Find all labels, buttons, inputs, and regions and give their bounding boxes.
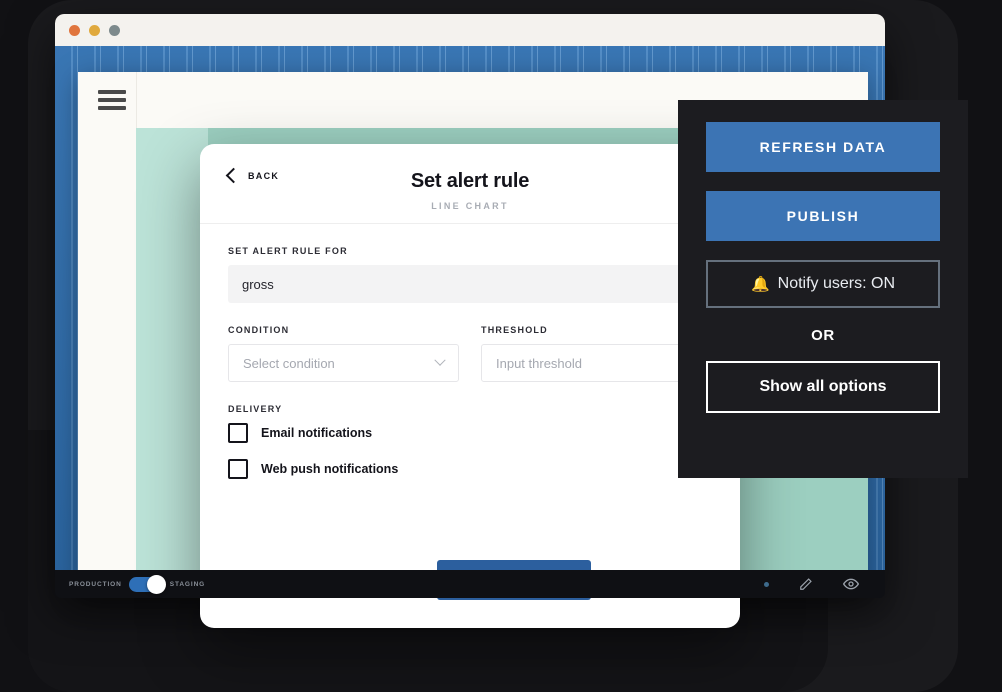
delivery-option-webpush[interactable]: Web push notifications: [228, 459, 712, 479]
edit-pencil-icon[interactable]: [799, 577, 813, 591]
env-production-label: PRODUCTION: [69, 580, 122, 588]
threshold-placeholder: Input threshold: [496, 355, 583, 371]
publish-button[interactable]: PUBLISH: [706, 191, 940, 241]
modal-body: SET ALERT RULE FOR gross CONDITION Selec…: [200, 224, 740, 479]
chevron-down-icon: [434, 354, 446, 366]
condition-placeholder: Select condition: [243, 355, 335, 371]
delivery-option-email[interactable]: Email notifications: [228, 423, 712, 443]
notify-users-toggle-button[interactable]: 🔔 Notify users: ON: [706, 260, 940, 308]
alert-rule-for-value: gross: [242, 276, 274, 292]
status-bar-actions: [764, 576, 871, 592]
app-sidebar: [78, 128, 136, 592]
env-staging-label: STAGING: [169, 580, 206, 588]
minimize-window-button[interactable]: [89, 24, 100, 36]
modal-subtitle: LINE CHART: [431, 201, 509, 211]
modal-header: BACK Set alert rule LINE CHART: [200, 144, 740, 224]
env-switch-knob[interactable]: [146, 574, 166, 594]
web-push-notifications-label: Web push notifications: [261, 462, 399, 476]
bell-icon: 🔔: [750, 276, 770, 293]
email-notifications-checkbox[interactable]: [228, 423, 248, 443]
topbar-divider: [136, 72, 137, 128]
options-panel: REFRESH DATA PUBLISH 🔔 Notify users: ON …: [678, 100, 968, 478]
or-separator-label: OR: [811, 327, 835, 344]
status-bar: PRODUCTION STAGING: [55, 570, 885, 598]
status-dot-icon: [764, 581, 769, 587]
environment-toggle[interactable]: PRODUCTION STAGING: [69, 574, 206, 594]
notify-users-label: Notify users: ON: [777, 275, 896, 292]
back-button[interactable]: BACK: [225, 167, 280, 184]
browser-titlebar: [55, 14, 885, 46]
modal-title: Set alert rule: [410, 170, 530, 192]
back-button-label: BACK: [248, 170, 280, 181]
condition-threshold-row: CONDITION Select condition THRESHOLD Inp…: [228, 325, 712, 382]
condition-select[interactable]: Select condition: [228, 344, 459, 382]
alert-rule-for-label: SET ALERT RULE FOR: [228, 246, 348, 256]
maximize-window-button[interactable]: [109, 24, 120, 36]
web-push-notifications-checkbox[interactable]: [228, 459, 248, 479]
eye-icon[interactable]: [843, 576, 859, 592]
chevron-left-icon: [225, 167, 242, 184]
delivery-label: DELIVERY: [228, 404, 283, 414]
hamburger-icon[interactable]: [98, 90, 126, 110]
set-alert-rule-modal: BACK Set alert rule LINE CHART SET ALERT…: [200, 144, 740, 628]
condition-label: CONDITION: [228, 325, 290, 335]
refresh-data-button[interactable]: REFRESH DATA: [706, 122, 940, 172]
screenshot-stage: PRODUCTION STAGING BACK Set alert rule L…: [0, 0, 1002, 692]
app-left-pane: [136, 128, 208, 592]
alert-rule-for-field[interactable]: gross: [228, 265, 712, 303]
condition-group: CONDITION Select condition: [228, 325, 459, 382]
email-notifications-label: Email notifications: [261, 426, 373, 440]
env-switch[interactable]: [128, 574, 166, 594]
show-all-options-button[interactable]: Show all options: [706, 361, 940, 413]
close-window-button[interactable]: [69, 24, 80, 36]
